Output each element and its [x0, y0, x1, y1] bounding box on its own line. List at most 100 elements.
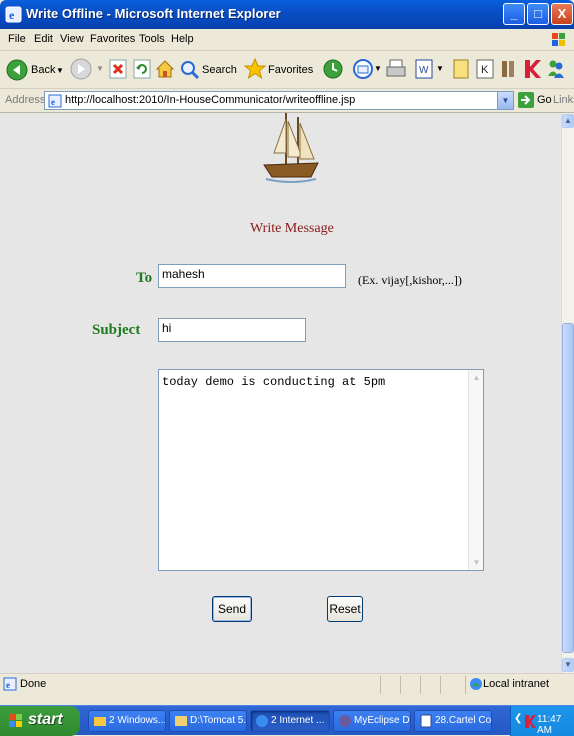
windows-logo-icon — [9, 714, 22, 727]
to-input[interactable]: mahesh — [158, 264, 346, 288]
textarea-scrollbar[interactable]: ▲ ▼ — [468, 370, 483, 570]
task-label: 2 Internet ... — [271, 715, 325, 726]
home-icon[interactable] — [155, 58, 175, 82]
title-bar: e Write Offline - Microsoft Internet Exp… — [0, 0, 574, 29]
menu-bar: File Edit View Favorites Tools Help — [0, 29, 574, 51]
scroll-down-icon[interactable]: ▼ — [562, 658, 574, 672]
status-divider — [440, 676, 441, 694]
scroll-down-icon[interactable]: ▼ — [469, 555, 484, 570]
svg-text:e: e — [9, 8, 15, 22]
status-divider — [400, 676, 401, 694]
address-input[interactable]: e http://localhost:2010/In-HouseCommunic… — [44, 91, 514, 110]
toolbar: Back ▼ ▼ Search Favorites ▼ W ▼ K — [0, 51, 574, 89]
page-icon: e — [48, 94, 62, 108]
reset-button[interactable]: Reset — [327, 596, 363, 622]
ie-icon: e — [5, 6, 22, 23]
windows-flag-icon — [552, 33, 565, 46]
history-icon[interactable] — [322, 58, 344, 82]
status-divider — [420, 676, 421, 694]
taskbar-item-internet[interactable]: 2 Internet ... — [250, 710, 330, 732]
minimize-button[interactable]: _ — [503, 3, 525, 25]
forward-arrow-icon[interactable] — [70, 58, 92, 82]
start-button[interactable]: start — [0, 706, 80, 736]
clock: 11:47 AM — [537, 714, 562, 736]
message-textarea[interactable]: today demo is conducting at 5pm ▲ ▼ — [158, 369, 484, 571]
back-dropdown-icon[interactable]: ▼ — [56, 66, 64, 75]
maximize-button[interactable]: □ — [527, 3, 549, 25]
to-label: To — [136, 270, 153, 286]
go-label: Go — [537, 94, 552, 106]
antivirus-icon[interactable] — [523, 713, 537, 729]
tray-expand-icon[interactable]: ❮ — [514, 713, 522, 724]
status-divider — [380, 676, 381, 694]
start-label: start — [28, 711, 63, 728]
taskbar-item-windows[interactable]: 2 Windows... — [88, 710, 166, 732]
svg-text:K: K — [481, 64, 489, 76]
to-hint: (Ex. vijay[,kishor,...]) — [358, 273, 462, 287]
task-label: MyEclipse Da... — [354, 715, 410, 726]
menu-tools[interactable]: Tools — [139, 33, 165, 45]
scroll-up-icon[interactable]: ▲ — [562, 114, 574, 128]
page-done-icon: e — [3, 677, 17, 691]
tools-icon[interactable] — [499, 58, 519, 82]
word-icon[interactable]: W — [414, 58, 434, 82]
subject-input[interactable]: hi — [158, 318, 306, 342]
back-button[interactable]: Back ▼ — [6, 58, 72, 82]
scroll-up-icon[interactable]: ▲ — [469, 370, 484, 385]
page-scrollbar[interactable]: ▲ ▼ — [561, 113, 574, 673]
k-icon[interactable]: K — [475, 58, 495, 82]
menu-help[interactable]: Help — [171, 33, 194, 45]
address-bar: Address e http://localhost:2010/In-House… — [0, 89, 574, 113]
taskbar-item-cartel[interactable]: 28.Cartel Co... — [414, 710, 492, 732]
favorites-button[interactable]: Favorites — [244, 58, 318, 82]
task-label: 28.Cartel Co... — [435, 715, 492, 726]
svg-text:e: e — [51, 97, 55, 107]
scroll-thumb[interactable] — [562, 323, 574, 653]
menu-edit[interactable]: Edit — [34, 33, 53, 45]
messenger-icon[interactable] — [545, 58, 567, 82]
mail-dropdown-icon[interactable]: ▼ — [374, 64, 382, 88]
menu-file[interactable]: File — [8, 33, 26, 45]
refresh-icon[interactable] — [132, 58, 152, 82]
intranet-icon — [470, 678, 482, 690]
document-icon — [420, 714, 432, 728]
close-button[interactable]: X — [551, 3, 573, 25]
star-icon — [244, 58, 266, 80]
stop-icon[interactable] — [108, 58, 128, 82]
k-red-icon[interactable] — [522, 58, 542, 82]
browser-window: e Write Offline - Microsoft Internet Exp… — [0, 0, 574, 736]
address-dropdown-icon[interactable]: ▼ — [497, 92, 513, 109]
taskbar-item-myeclipse[interactable]: MyEclipse Da... — [333, 710, 411, 732]
status-text: Done — [20, 678, 47, 690]
address-url: http://localhost:2010/In-HouseCommunicat… — [65, 94, 356, 106]
back-arrow-icon — [6, 59, 28, 81]
search-icon — [181, 61, 200, 80]
note-icon[interactable] — [452, 58, 470, 82]
task-label: 2 Windows... — [109, 715, 166, 726]
print-icon[interactable] — [385, 58, 407, 82]
ship-logo — [263, 113, 319, 183]
message-text: today demo is conducting at 5pm — [162, 375, 386, 389]
search-label: Search — [202, 64, 237, 76]
favorites-label: Favorites — [268, 64, 314, 76]
menu-view[interactable]: View — [60, 33, 84, 45]
eclipse-icon — [339, 715, 351, 727]
links-button[interactable]: Links — [553, 94, 574, 106]
status-divider — [465, 676, 466, 694]
mail-icon[interactable] — [352, 58, 374, 82]
edit-dropdown-icon[interactable]: ▼ — [436, 64, 444, 88]
system-tray: ❮ 11:47 AM — [510, 706, 574, 736]
go-arrow-icon — [518, 92, 534, 108]
taskbar-item-tomcat[interactable]: D:\Tomcat 5... — [169, 710, 247, 732]
address-label: Address — [5, 94, 46, 106]
status-bar: e Done Local intranet — [0, 673, 574, 695]
page-heading: Write Message — [250, 221, 334, 236]
send-button[interactable]: Send — [212, 596, 252, 622]
forward-dropdown-icon[interactable]: ▼ — [96, 64, 104, 88]
folder-icon — [94, 717, 106, 726]
ie-task-icon — [256, 715, 268, 727]
search-button[interactable]: Search — [180, 58, 242, 82]
page-content: Write Message To mahesh (Ex. vijay[,kish… — [0, 113, 561, 673]
menu-favorites[interactable]: Favorites — [90, 33, 135, 45]
taskbar: start 2 Windows... D:\Tomcat 5... 2 Inte… — [0, 705, 574, 736]
